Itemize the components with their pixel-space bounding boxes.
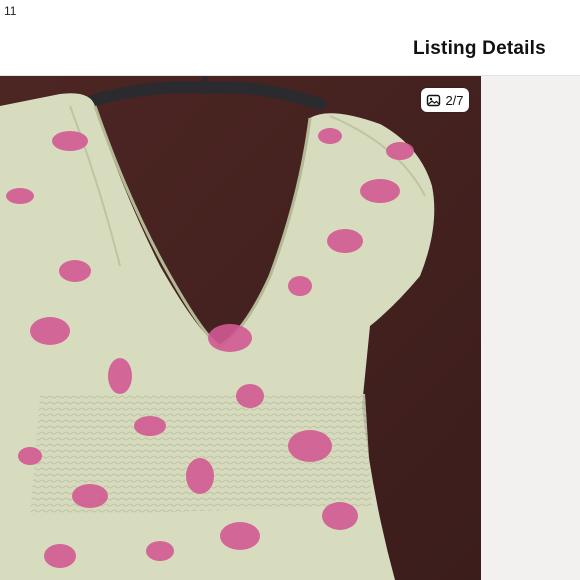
page-title: Listing Details	[413, 38, 546, 59]
photo-counter-badge: 2/7	[421, 88, 469, 112]
listing-photo[interactable]: 2/7	[0, 76, 481, 580]
photo-gallery[interactable]: 2/7	[0, 76, 580, 580]
dress-on-hanger-image	[0, 76, 481, 580]
next-photo-preview[interactable]	[481, 76, 580, 580]
photo-counter-text: 2/7	[445, 92, 464, 108]
status-bar-time: 11	[4, 4, 17, 18]
photos-icon	[426, 93, 441, 108]
